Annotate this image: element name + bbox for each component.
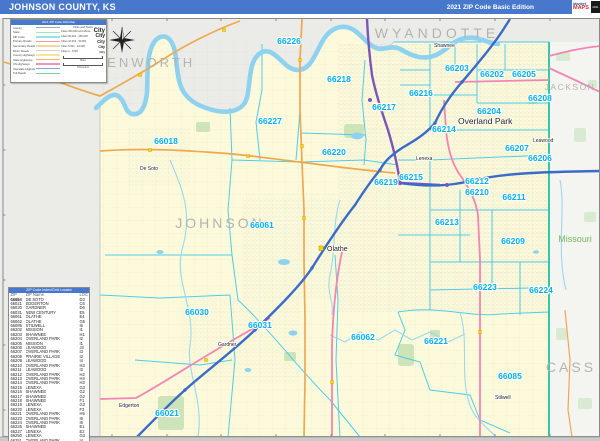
zip-66210: 66210: [465, 187, 489, 197]
zip-66216: 66216: [409, 88, 433, 98]
city-lenexa: Lenexa: [416, 156, 433, 162]
zip-66208: 66208: [528, 93, 552, 103]
zip-66221: 66221: [424, 336, 448, 346]
olathe-dot: [318, 245, 324, 251]
zip-66215: 66215: [399, 172, 423, 182]
city-stilwell: Stilwell: [495, 395, 511, 401]
zip-66218: 66218: [327, 74, 351, 84]
scale-km-label: Kilometers: [77, 65, 89, 69]
county-label-wyandotte: WYANDOTTE: [375, 25, 499, 41]
county-label-jackson: JACKSON: [545, 82, 596, 92]
map-sheet: JOHNSON COUNTY, KS 2021 ZIP Code Basic E…: [0, 0, 600, 441]
state-label-missouri: Missouri: [558, 234, 592, 244]
scale-miles-label: Miles: [80, 58, 86, 62]
zip-66224: 66224: [529, 285, 553, 295]
legend-line-samples: County State ZIP Code Primary Roads Secondar…: [11, 25, 61, 76]
zip-66203: 66203: [445, 63, 469, 73]
edition-label: 2021 ZIP Code Basic Edition: [446, 3, 534, 11]
zip-66226: 66226: [277, 36, 301, 46]
zip-66214: 66214: [432, 124, 456, 134]
zip-66209: 66209: [501, 236, 525, 246]
logo-badge: 2021: [591, 1, 600, 13]
zip-66031: 66031: [248, 320, 272, 330]
zip-66207: 66207: [505, 143, 529, 153]
zip-66211: 66211: [502, 192, 525, 202]
zip-66062: 66062: [351, 332, 375, 342]
legend-box: 2021 ZIP Code Wall Map County State ZIP Co…: [10, 19, 107, 83]
zip-66030: 66030: [185, 307, 209, 317]
zip-66061: 66061: [250, 220, 274, 230]
city-leawood: Leawood: [533, 138, 554, 144]
page-title: JOHNSON COUNTY, KS: [9, 2, 116, 12]
city-overland-park: Overland Park: [458, 116, 513, 126]
zip-index-table[interactable]: ZIP Code Index/Grid Locator ZIP Code ZIP…: [8, 287, 90, 441]
zip-66217: 66217: [372, 102, 396, 112]
zip-66018: 66018: [154, 136, 178, 146]
city-gardner: Gardner: [218, 342, 237, 348]
zip-66206: 66206: [528, 153, 552, 163]
legend-row: Toll Roads: [13, 71, 60, 76]
zip-66202: 66202: [480, 69, 504, 79]
city-de-soto: De Soto: [140, 166, 158, 172]
county-label-cass: CASS: [546, 359, 596, 375]
zip-66021: 66021: [155, 408, 179, 418]
city-edgerton: Edgerton: [119, 403, 140, 409]
zip-66227: 66227: [258, 116, 282, 126]
city-olathe: Olathe: [327, 246, 348, 253]
zip-index-rows: 66018 DE SOTO D3 66021 EDGERTON C6 66030 GARDNE…: [9, 297, 89, 441]
zip-66204: 66204: [477, 106, 501, 116]
zip-66085: 66085: [498, 371, 522, 381]
zip-66213: 66213: [435, 217, 459, 227]
legend-city-row: Cities 1 - 5,000 City: [61, 49, 105, 54]
marketmaps-logo: Market MAPS 2021: [572, 0, 600, 14]
zip-66220: 66220: [322, 147, 346, 157]
zip-66223: 66223: [473, 282, 497, 292]
zip-66205: 66205: [512, 69, 536, 79]
zip-66219: 66219: [374, 177, 398, 187]
zip-66212: 66212: [465, 176, 489, 186]
logo-text-bottom: MAPS: [573, 5, 589, 11]
legend-scalebar: Miles Kilometers: [61, 55, 105, 69]
title-bar: JOHNSON COUNTY, KS 2021 ZIP Code Basic E…: [0, 0, 572, 14]
city-shawnee: Shawnee: [434, 43, 455, 49]
legend-city-samples: Cities and Towns Cities 250,000 and Abov…: [61, 25, 106, 76]
